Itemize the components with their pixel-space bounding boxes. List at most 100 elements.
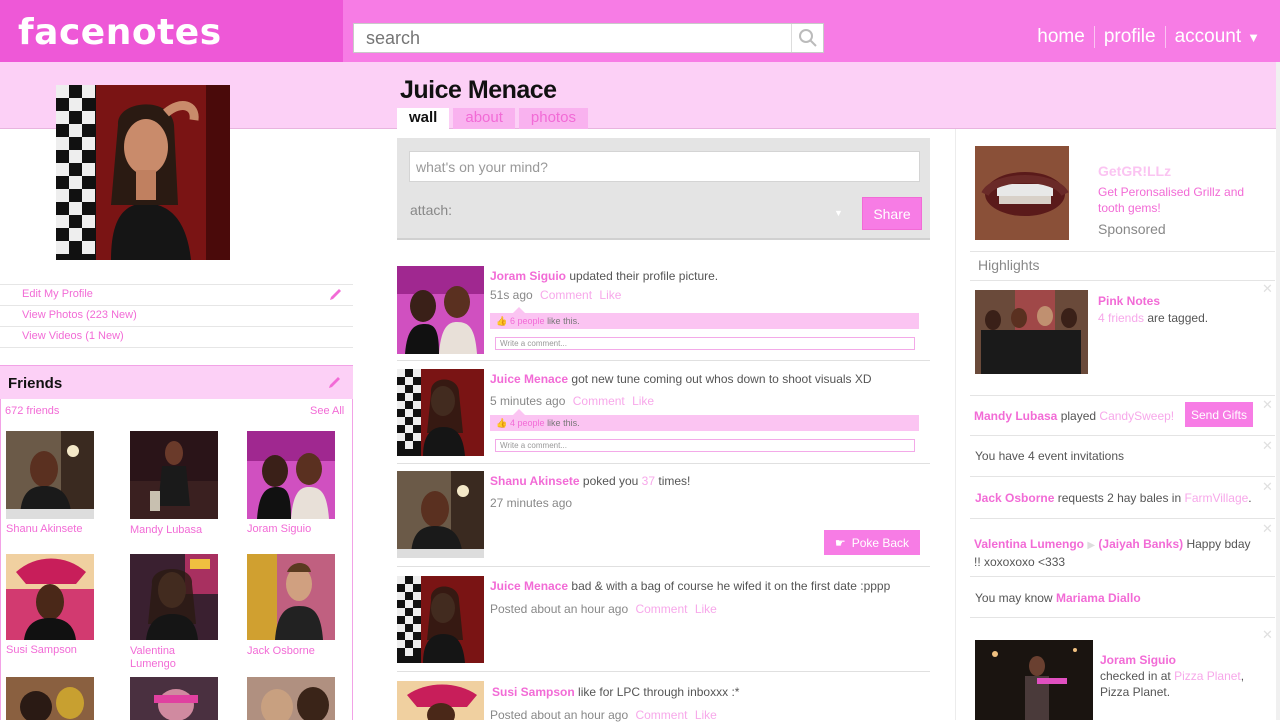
friend-name[interactable]: Shanu Akinsete [6,523,86,536]
feed-text: played [1060,409,1097,423]
arrow-right-icon: ▶ [1087,540,1096,551]
status-input[interactable]: what's on your mind? [409,151,920,182]
place-link[interactable]: Pizza Planet [1174,669,1241,683]
divider [970,576,1275,577]
view-videos-link[interactable]: View Videos (1 New) [22,330,124,342]
nav-account-link[interactable]: account [1175,26,1242,48]
close-icon[interactable]: ✕ [1262,479,1273,495]
edit-profile-link[interactable]: Edit My Profile [22,288,93,300]
close-icon[interactable]: ✕ [1262,397,1273,413]
friend-name[interactable]: Valentina Lumengo [130,645,210,671]
ad-text[interactable]: Get Peronsalised Grillz and tooth gems! [1098,184,1258,216]
hand-icon: ☛ [834,535,846,550]
poke-back-button[interactable]: ☛ Poke Back [824,530,920,555]
logo-area[interactable]: facenotes [0,0,343,62]
likes-count[interactable]: 6 people [510,316,545,326]
like-link[interactable]: Like [695,602,717,616]
post-time[interactable]: Posted about an hour ago [490,602,628,616]
highlight-photo[interactable] [975,290,1088,374]
farm-link[interactable]: FarmVillage [1184,491,1248,505]
post-avatar[interactable] [397,471,484,558]
post-avatar[interactable] [397,576,484,663]
attach-dropdown-icon[interactable]: ▼ [834,208,843,218]
post-time[interactable]: 27 minutes ago [490,496,572,510]
attach-label[interactable]: attach: [410,202,452,218]
post-author[interactable]: Juice Menace [490,579,568,593]
post-avatar[interactable] [397,369,484,456]
friend-name[interactable]: Joram Siguio [247,523,327,536]
tab-wall[interactable]: wall [397,108,450,129]
friend-photo[interactable] [247,431,335,519]
pink-notes-link[interactable]: Pink Notes [1098,293,1160,309]
friend-photo[interactable] [247,677,335,720]
caret-down-icon[interactable]: ▼ [1247,30,1260,45]
close-icon[interactable]: ✕ [1262,438,1273,454]
post-author[interactable]: Susi Sampson [492,685,575,699]
friend-name[interactable]: Mandy Lubasa [130,524,210,537]
post-time[interactable]: 5 minutes ago [490,394,565,408]
friends-count[interactable]: 672 friends [5,405,59,417]
tagged-count[interactable]: 4 friends [1098,311,1144,325]
view-photos-link[interactable]: View Photos (223 New) [22,309,137,321]
event-invitations[interactable]: You have 4 event invitations [975,448,1124,464]
close-icon[interactable]: ✕ [1262,627,1273,643]
friend-photo[interactable] [130,677,218,720]
nav-home-link[interactable]: home [1037,26,1085,48]
ad-title[interactable]: GetGR!LLz [1098,163,1171,179]
friend-name[interactable]: Susi Sampson [6,644,86,657]
ad-image[interactable] [975,146,1069,240]
friend-photo[interactable] [6,431,94,519]
profile-name: Juice Menace [400,76,557,104]
nav-profile-link[interactable]: profile [1104,26,1156,48]
profile-photo[interactable] [56,85,230,260]
post-text: bad & with a bag of course he wifed it o… [571,579,891,593]
post-text: updated their profile picture. [569,269,719,283]
post-author[interactable]: Juice Menace [490,372,568,386]
comment-input[interactable]: Write a comment... [495,337,915,350]
tab-about[interactable]: about [453,108,515,129]
close-icon[interactable]: ✕ [1262,521,1273,537]
feed-user[interactable]: (Jaiyah Banks) [1098,537,1183,551]
friend-photo[interactable] [130,554,218,640]
feed-user[interactable]: Jack Osborne [975,491,1054,505]
friend-photo[interactable] [6,554,94,640]
tab-photos[interactable]: photos [518,108,588,129]
friend-photo[interactable] [130,431,218,519]
scrollbar[interactable] [1276,62,1280,720]
feed-user[interactable]: Joram Siguio [1100,653,1176,667]
divider [970,435,1275,436]
post-text: times! [658,474,691,488]
pencil-icon[interactable] [328,288,343,302]
feed-user[interactable]: Valentina Lumengo [974,537,1084,551]
game-link[interactable]: CandySweep! [1099,409,1174,423]
post-author[interactable]: Shanu Akinsete [490,474,580,488]
post-avatar[interactable] [397,266,484,354]
divider [970,280,1275,281]
search-input[interactable] [354,24,792,52]
feed-user[interactable]: Mandy Lubasa [974,409,1057,423]
pencil-icon[interactable] [327,376,342,390]
search-button[interactable] [791,24,823,52]
send-gifts-button[interactable]: Send Gifts [1185,402,1253,427]
app-logo[interactable]: facenotes [18,12,222,53]
post-time[interactable]: 51s ago [490,288,533,302]
like-link[interactable]: Like [632,394,654,408]
comment-input[interactable]: Write a comment... [495,439,915,452]
comment-link[interactable]: Comment [573,394,625,408]
comment-link[interactable]: Comment [540,288,592,302]
friend-photo[interactable] [6,677,94,720]
share-button[interactable]: Share [862,197,922,230]
post-avatar[interactable] [397,681,484,720]
friends-border [0,399,1,720]
like-link[interactable]: Like [599,288,621,302]
post-author[interactable]: Joram Siguio [490,269,566,283]
search-bar[interactable] [353,23,824,53]
see-all-link[interactable]: See All [310,405,344,417]
close-icon[interactable]: ✕ [1262,281,1273,297]
feed-user[interactable]: Mariama Diallo [1056,591,1141,605]
checkin-photo[interactable] [975,640,1093,720]
comment-link[interactable]: Comment [635,602,687,616]
friend-photo[interactable] [247,554,335,640]
friend-name[interactable]: Jack Osborne [247,645,327,658]
likes-count[interactable]: 4 people [510,418,545,428]
